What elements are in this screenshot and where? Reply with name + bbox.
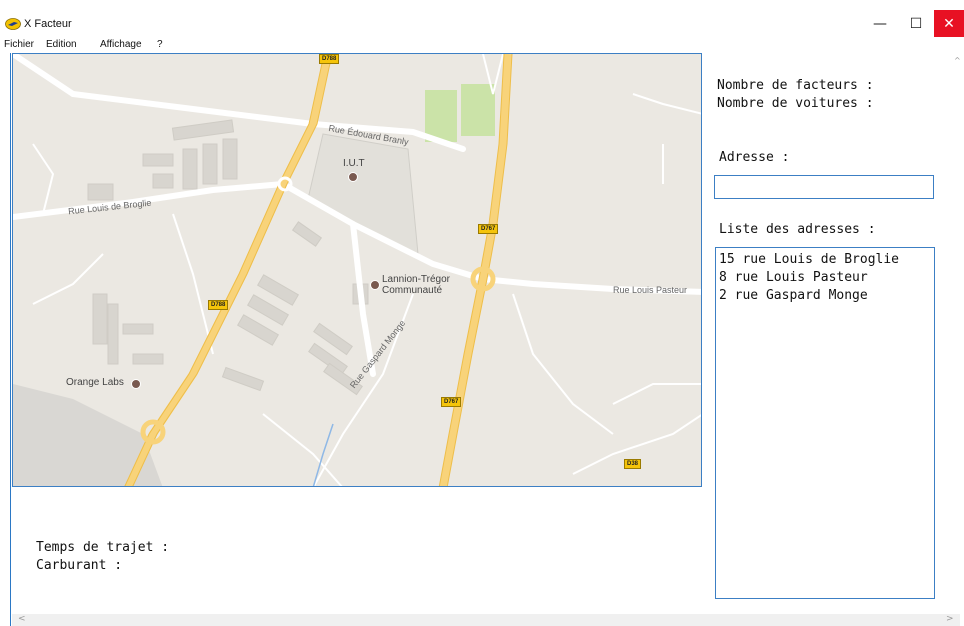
minimize-button[interactable]: — bbox=[862, 10, 898, 37]
map-view[interactable]: Rue Édouard Branly Rue Louis de Broglie … bbox=[12, 53, 702, 487]
maximize-button[interactable]: ☐ bbox=[898, 10, 934, 37]
liste-adresses-label: Liste des adresses : bbox=[719, 222, 876, 237]
map-label-rue-pasteur: Rue Louis Pasteur bbox=[613, 285, 688, 295]
horizontal-scrollbar[interactable]: < > bbox=[12, 614, 960, 626]
map-canvas bbox=[13, 54, 701, 486]
list-item[interactable]: 2 rue Gaspard Monge bbox=[719, 287, 931, 305]
temps-trajet-label: Temps de trajet : bbox=[36, 540, 170, 555]
scroll-left-arrow-icon[interactable]: < bbox=[18, 614, 26, 624]
menu-bar: Fichier Edition Affichage ? bbox=[0, 37, 964, 53]
adresse-label: Adresse : bbox=[719, 150, 790, 165]
list-item[interactable]: 8 rue Louis Pasteur bbox=[719, 269, 931, 287]
nb-voitures-label: Nombre de voitures : bbox=[717, 96, 874, 111]
menu-edition[interactable]: Edition bbox=[46, 39, 77, 50]
map-poi-orange-label: Orange Labs bbox=[66, 377, 124, 388]
scroll-up-arrow-icon[interactable]: ^ bbox=[954, 56, 961, 65]
road-shield-d788-top: D788 bbox=[319, 54, 340, 64]
map-poi-orange-marker[interactable] bbox=[131, 379, 141, 389]
carburant-label: Carburant : bbox=[36, 558, 123, 573]
menu-fichier[interactable]: Fichier bbox=[4, 39, 34, 50]
menu-affichage[interactable]: Affichage bbox=[100, 39, 142, 50]
scroll-right-arrow-icon[interactable]: > bbox=[946, 614, 954, 624]
title-bar: X Facteur — ☐ ✕ bbox=[0, 0, 964, 37]
window-title: X Facteur bbox=[24, 18, 72, 30]
adresse-input[interactable] bbox=[714, 175, 934, 199]
map-poi-lannion-marker[interactable] bbox=[370, 280, 380, 290]
app-logo-icon bbox=[5, 18, 21, 30]
list-item[interactable]: 15 rue Louis de Broglie bbox=[719, 251, 931, 269]
map-poi-lannion-label: Lannion-Trégor Communauté bbox=[382, 274, 451, 296]
menu-help[interactable]: ? bbox=[157, 39, 163, 50]
road-shield-d38: D38 bbox=[624, 459, 642, 469]
road-shield-d767-bottom: D767 bbox=[441, 397, 462, 407]
map-poi-iut-marker[interactable] bbox=[348, 172, 358, 182]
close-button[interactable]: ✕ bbox=[934, 10, 964, 37]
nb-facteurs-label: Nombre de facteurs : bbox=[717, 78, 874, 93]
road-shield-d767-top: D767 bbox=[478, 224, 499, 234]
map-poi-iut-label: I.U.T bbox=[343, 158, 365, 169]
road-shield-d788-mid: D788 bbox=[208, 300, 229, 310]
address-list[interactable]: 15 rue Louis de Broglie 8 rue Louis Past… bbox=[715, 247, 935, 599]
